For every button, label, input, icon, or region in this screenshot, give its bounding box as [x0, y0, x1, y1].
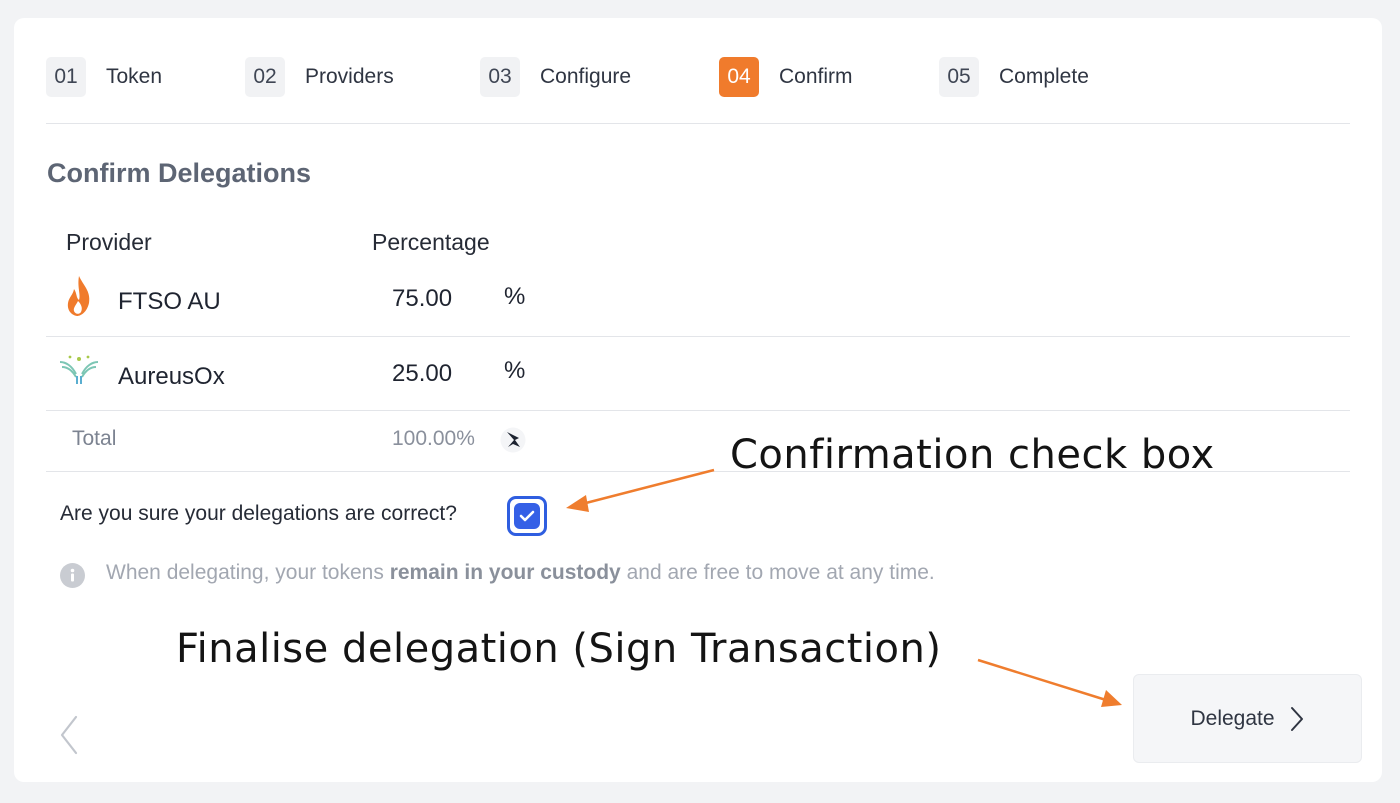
- percentage-column-header: Percentage: [372, 229, 490, 255]
- row-divider: [46, 336, 1350, 337]
- bird-icon: [500, 427, 526, 453]
- delegation-card: 01 Token 02 Providers 03 Configure 04 Co…: [14, 18, 1382, 782]
- chevron-right-icon: [1290, 706, 1303, 731]
- info-text-prefix: When delegating, your tokens: [106, 561, 390, 584]
- step-label: Complete: [999, 65, 1089, 88]
- row-divider: [46, 410, 1350, 411]
- total-value: 100.00%: [392, 427, 475, 450]
- info-icon: [60, 563, 85, 588]
- step-token[interactable]: 01 Token: [46, 57, 162, 97]
- info-text-suffix: and are free to move at any time.: [620, 561, 935, 584]
- checkbox-fill: [514, 503, 540, 529]
- info-text-bold: remain in your custody: [389, 561, 621, 584]
- step-configure[interactable]: 03 Configure: [480, 57, 631, 97]
- step-label: Providers: [305, 65, 394, 88]
- step-label: Token: [106, 65, 163, 88]
- total-label: Total: [72, 427, 117, 450]
- delegate-button[interactable]: Delegate: [1133, 674, 1362, 763]
- step-number: 01: [46, 57, 86, 97]
- step-complete[interactable]: 05 Complete: [939, 57, 1089, 97]
- aureusox-logo-icon: [59, 355, 99, 384]
- percentage-value: 25.00: [392, 360, 453, 387]
- confirmation-checkbox[interactable]: [507, 496, 547, 536]
- step-confirm[interactable]: 04 Confirm: [719, 57, 853, 97]
- provider-name: FTSO AU: [118, 288, 221, 315]
- percent-sign: %: [504, 357, 526, 384]
- stepper: 01 Token 02 Providers 03 Configure 04 Co…: [46, 57, 1350, 97]
- provider-column-header: Provider: [66, 229, 152, 255]
- check-icon: [519, 510, 535, 522]
- step-number: 05: [939, 57, 979, 97]
- delegate-button-label: Delegate: [1190, 706, 1275, 730]
- step-number: 02: [245, 57, 285, 97]
- step-number: 03: [480, 57, 520, 97]
- step-label: Configure: [540, 65, 632, 88]
- percent-sign: %: [504, 283, 526, 310]
- page-title: Confirm Delegations: [47, 158, 312, 188]
- custody-info-text: When delegating, your tokens remain in y…: [106, 561, 935, 585]
- step-label: Confirm: [779, 65, 853, 88]
- percentage-value: 75.00: [392, 285, 453, 312]
- provider-name: AureusOx: [118, 363, 225, 390]
- flame-icon: [67, 276, 90, 316]
- back-chevron-icon[interactable]: [54, 714, 84, 756]
- step-number: 04: [719, 57, 759, 97]
- checkbox-annotation: Confirmation check box: [730, 432, 1215, 478]
- step-providers[interactable]: 02 Providers: [245, 57, 394, 97]
- confirmation-question: Are you sure your delegations are correc…: [60, 502, 457, 525]
- stepper-divider: [46, 123, 1350, 124]
- delegate-annotation: Finalise delegation (Sign Transaction): [176, 626, 942, 672]
